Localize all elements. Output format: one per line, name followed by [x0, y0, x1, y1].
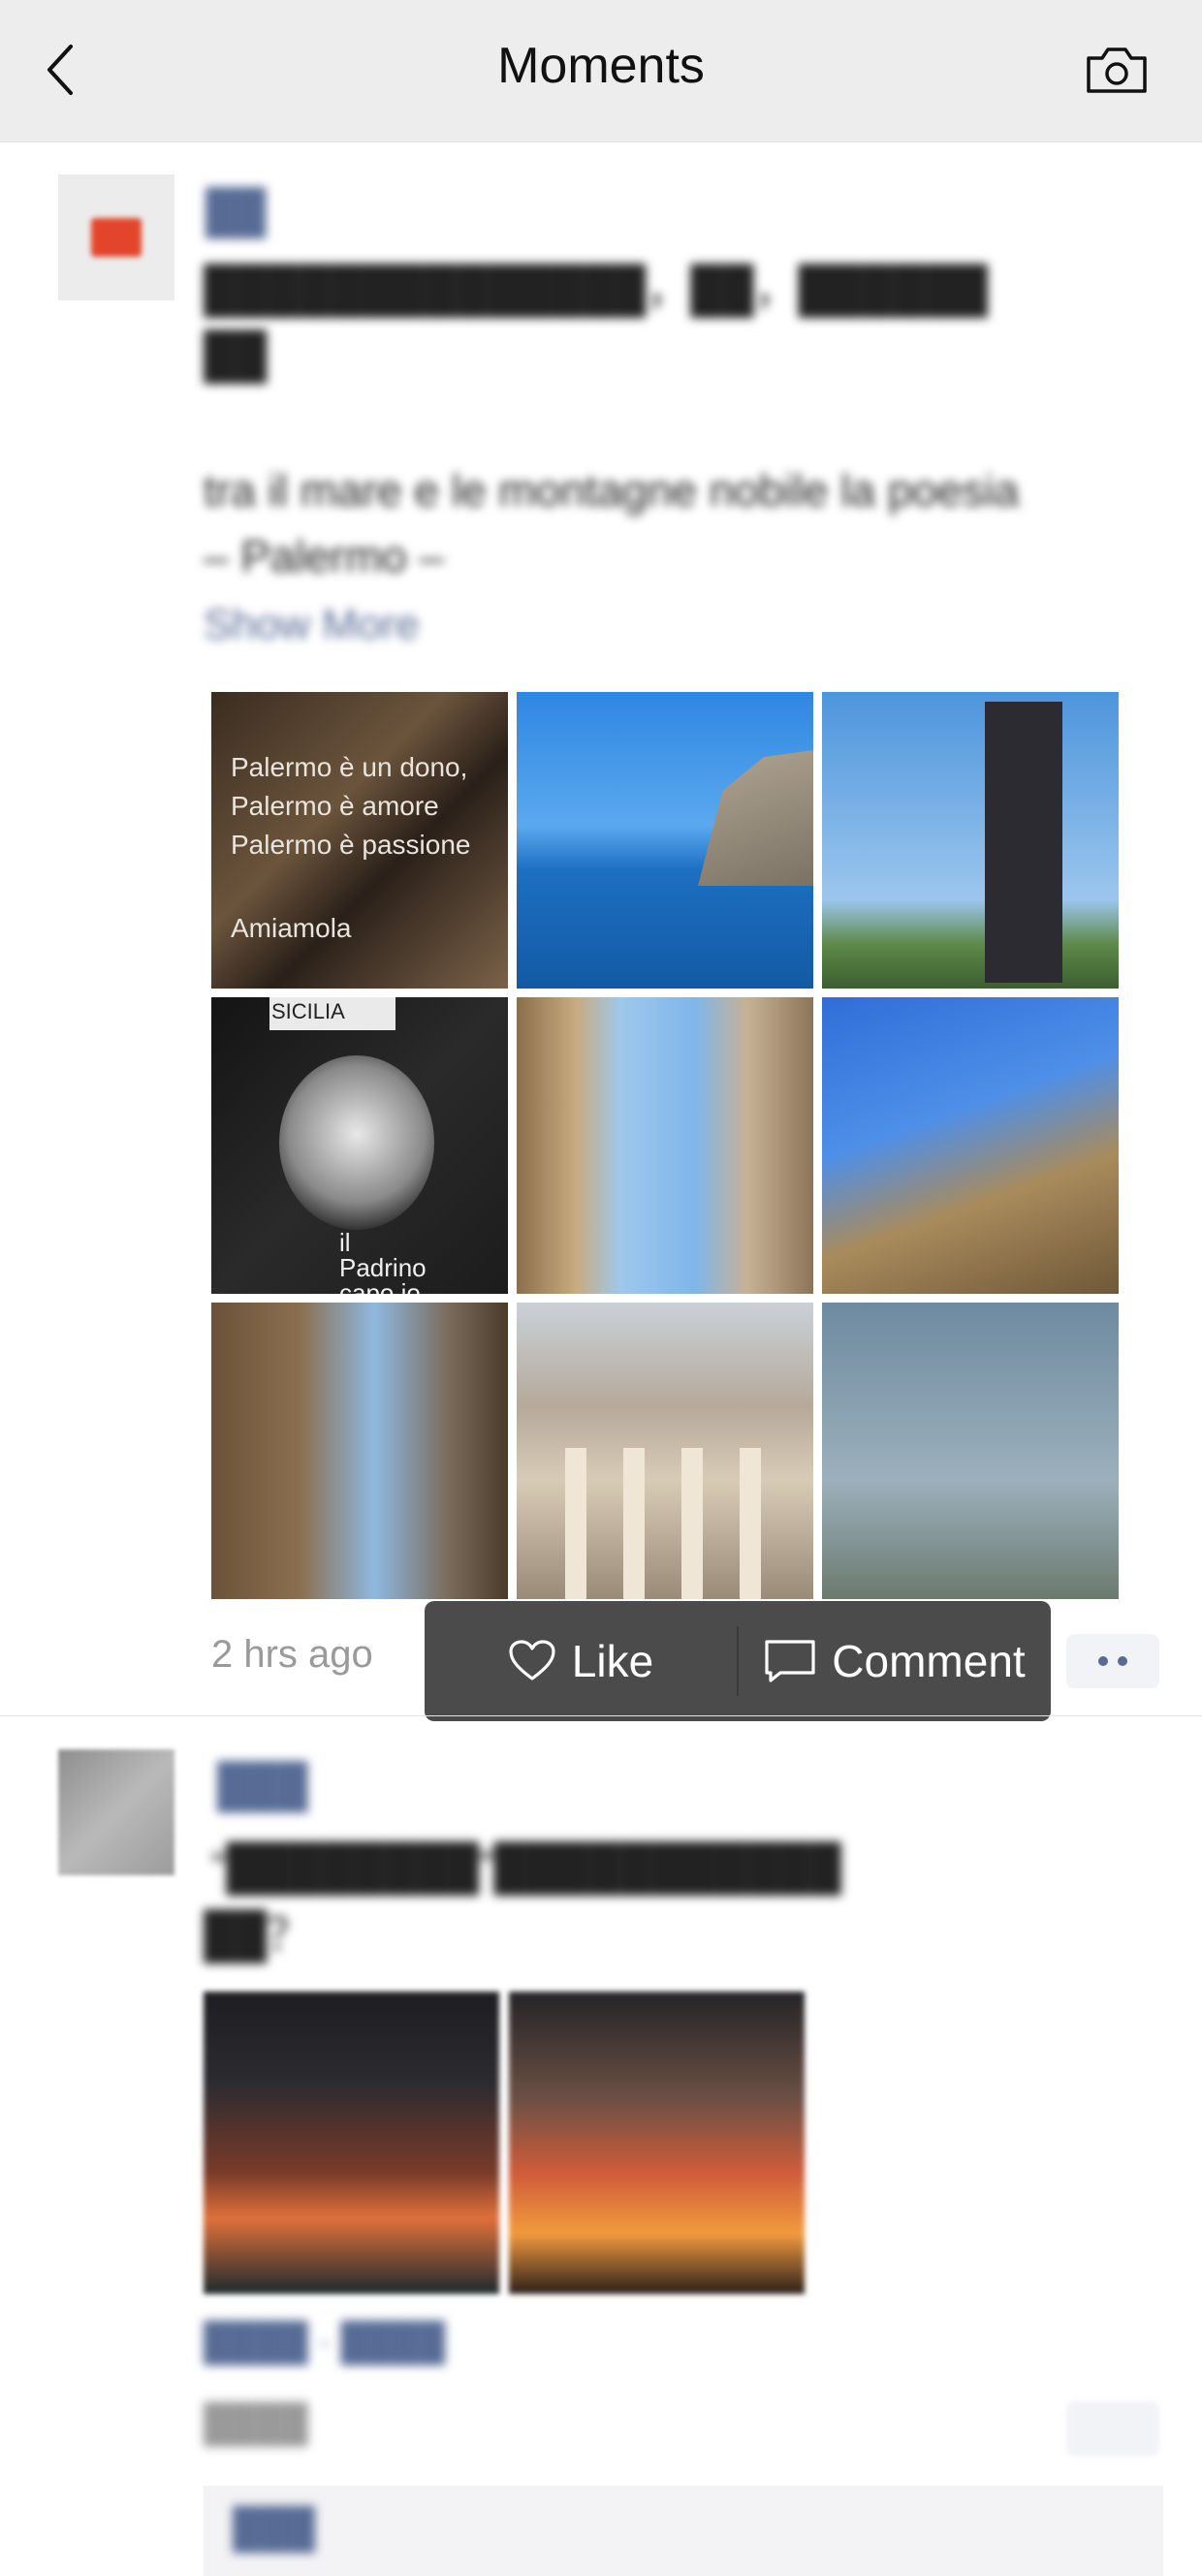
- camera-button[interactable]: [1082, 39, 1152, 101]
- post-text-line: ██: [204, 330, 268, 380]
- photo-thumbnail[interactable]: SICILIA il Padrino capo io: [211, 997, 508, 1294]
- show-more-link[interactable]: Show More: [204, 601, 420, 649]
- photo-text: il Padrino capo io: [339, 1228, 427, 1294]
- action-popup: Like Comment: [425, 1601, 1051, 1721]
- photo-text: Amiamola: [231, 913, 352, 943]
- post-text-line: “████████”███████████: [211, 1841, 841, 1892]
- camera-icon: [1087, 47, 1147, 93]
- photo-thumbnail[interactable]: [211, 1303, 508, 1599]
- photo-thumbnail[interactable]: [517, 692, 813, 989]
- post-username[interactable]: ███: [217, 1762, 308, 1810]
- comment-button[interactable]: Comment: [739, 1601, 1051, 1721]
- comment-icon: [765, 1640, 815, 1682]
- top-bar: Moments: [0, 0, 1202, 142]
- photo-grid: Palermo è un dono, Palermo è amore Paler…: [211, 692, 1119, 1599]
- post-time: 2 hrs ago: [211, 1633, 373, 1676]
- photo-thumbnail[interactable]: [822, 997, 1119, 1294]
- photo-text: Palermo è amore: [231, 791, 439, 821]
- photo-text: Palermo è un dono,: [231, 752, 468, 782]
- photo-thumbnail[interactable]: [509, 1992, 805, 2294]
- like-label: Like: [571, 1636, 654, 1686]
- post-text-line: ██？: [204, 1909, 312, 1960]
- dot-icon: [1118, 1656, 1127, 1666]
- post-text-line: – Palermo –: [204, 531, 445, 581]
- post-divider: [0, 1715, 1202, 1716]
- heart-icon: [509, 1640, 555, 1681]
- more-actions-button[interactable]: [1066, 1634, 1159, 1688]
- photo-thumbnail[interactable]: Palermo è un dono, Palermo è amore Paler…: [211, 692, 508, 989]
- photo-text: SICILIA: [271, 999, 345, 1023]
- page-title: Moments: [497, 38, 705, 94]
- likes-list[interactable]: ███: [233, 2507, 315, 2551]
- post-time: ████: [204, 2403, 308, 2444]
- avatar[interactable]: [58, 1749, 174, 1875]
- post-text-line: tra il mare e le montagne nobile la poes…: [204, 465, 1020, 516]
- location-link[interactable]: ████ · ████: [204, 2322, 445, 2364]
- photo-thumbnail[interactable]: [204, 1992, 499, 2294]
- dot-icon: [1098, 1656, 1108, 1666]
- photo-thumbnail[interactable]: [822, 1303, 1119, 1599]
- post-username[interactable]: ██: [206, 188, 266, 236]
- photo-thumbnail[interactable]: [517, 997, 813, 1294]
- photo-thumbnail[interactable]: [517, 1303, 813, 1599]
- like-button[interactable]: Like: [425, 1601, 737, 1721]
- photo-text: Palermo è passione: [231, 830, 471, 860]
- likes-bar: ███: [204, 2486, 1163, 2576]
- photo-grid: [204, 1992, 805, 2294]
- photo-thumbnail[interactable]: [822, 692, 1119, 989]
- more-actions-button[interactable]: [1066, 2402, 1159, 2456]
- post-text-line: ██████████████，██，██████: [204, 264, 988, 314]
- avatar[interactable]: [58, 174, 174, 300]
- comment-label: Comment: [832, 1636, 1026, 1686]
